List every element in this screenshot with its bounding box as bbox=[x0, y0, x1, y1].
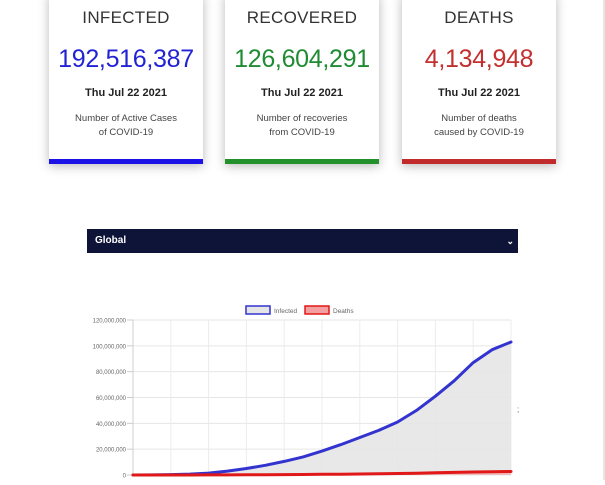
card-date: Thu Jul 22 2021 bbox=[261, 87, 343, 99]
desc-line: of COVID-19 bbox=[98, 127, 154, 138]
region-select-value: Global bbox=[95, 235, 127, 246]
chevron-down-icon: ⌄ bbox=[506, 236, 514, 246]
card-description: Number of Active Cases of COVID-19 bbox=[49, 112, 203, 140]
card-description: Number of deaths caused by COVID-19 bbox=[402, 112, 556, 140]
card-title: DEATHS bbox=[444, 8, 514, 27]
card-accent-bar bbox=[49, 159, 203, 164]
y-tick-label: 40,000,000 bbox=[96, 422, 127, 428]
y-tick-label: 0 bbox=[123, 474, 127, 480]
legend-label-infected: Infected bbox=[274, 308, 298, 315]
card-accent-bar bbox=[402, 159, 556, 164]
infected-count: 192,516,387 bbox=[58, 45, 194, 73]
card-accent-bar bbox=[225, 159, 379, 164]
y-tick-label: 120,000,000 bbox=[93, 319, 127, 325]
card-description: Number of recoveries from COVID-19 bbox=[225, 112, 379, 140]
y-tick-label: 100,000,000 bbox=[93, 344, 127, 350]
y-tick-label: 60,000,000 bbox=[96, 396, 127, 402]
card-date: Thu Jul 22 2021 bbox=[438, 87, 520, 99]
legend-swatch-infected bbox=[245, 305, 271, 315]
y-tick-label: 20,000,000 bbox=[96, 448, 127, 454]
recovered-count: 126,604,291 bbox=[234, 45, 370, 73]
desc-line: caused by COVID-19 bbox=[434, 127, 524, 138]
covid-line-chart: 120,000,000 100,000,000 80,000,000 60,000,0… bbox=[93, 305, 513, 480]
card-title: RECOVERED bbox=[246, 8, 358, 27]
region-select[interactable]: Global ⌄ bbox=[87, 229, 518, 253]
desc-line: from COVID-19 bbox=[269, 127, 335, 138]
card-date: Thu Jul 22 2021 bbox=[85, 87, 167, 99]
desc-line: Number of Active Cases bbox=[75, 113, 177, 124]
y-tick-label: 80,000,000 bbox=[96, 370, 127, 376]
chart-container: 120,000,000 100,000,000 80,000,000 60,000,0… bbox=[0, 290, 605, 480]
legend-label-deaths: Deaths bbox=[333, 308, 354, 315]
desc-line: Number of recoveries bbox=[256, 113, 348, 124]
legend-swatch-deaths bbox=[304, 305, 330, 315]
deaths-count: 4,134,948 bbox=[424, 45, 534, 73]
stray-text: ; bbox=[517, 405, 520, 414]
recovered-card: RECOVERED 126,604,291 Thu Jul 22 2021 Nu… bbox=[225, 0, 379, 164]
infected-card: INFECTED 192,516,387 Thu Jul 22 2021 Num… bbox=[49, 0, 203, 164]
deaths-card: DEATHS 4,134,948 Thu Jul 22 2021 Number … bbox=[402, 0, 556, 164]
card-title: INFECTED bbox=[82, 8, 170, 27]
desc-line: Number of deaths bbox=[441, 113, 517, 124]
